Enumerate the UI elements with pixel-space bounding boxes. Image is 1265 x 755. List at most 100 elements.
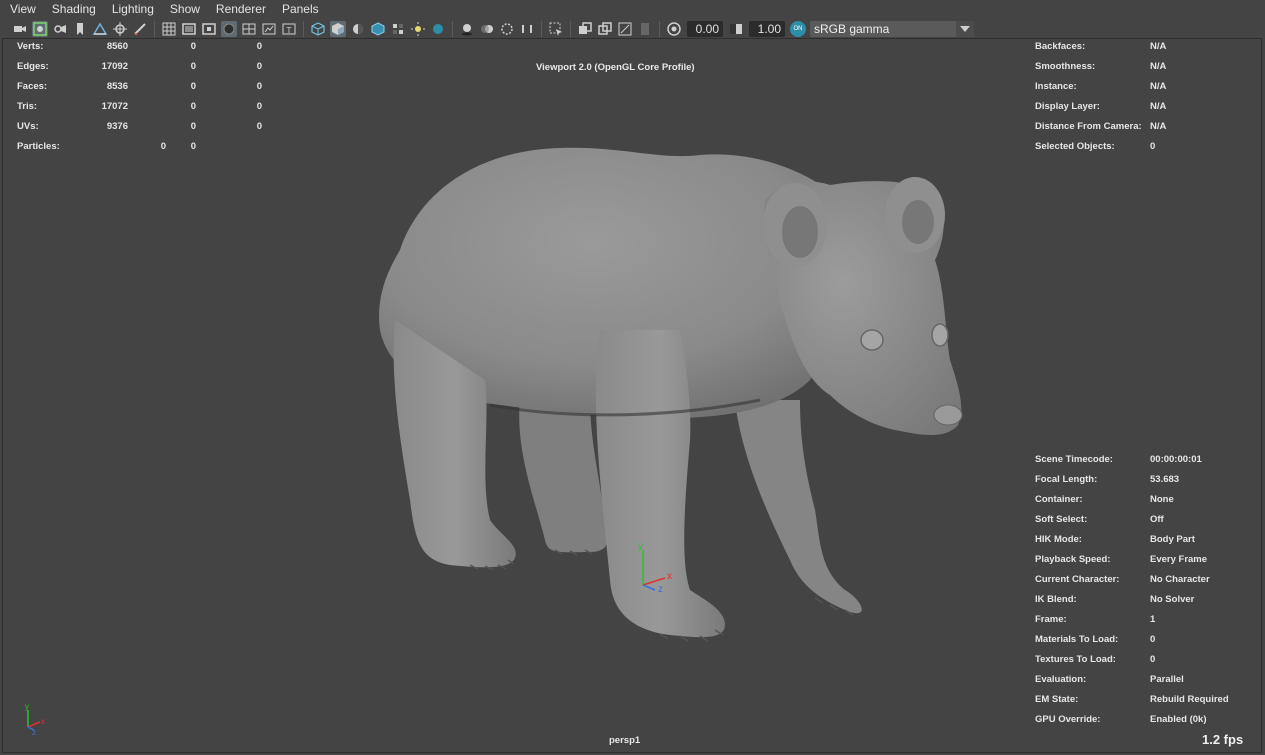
scene-info-label: GPU Override: [1035, 714, 1101, 725]
view-transform-value: sRGB gamma [814, 22, 890, 36]
bookmark-icon[interactable] [72, 21, 88, 37]
grid-icon[interactable] [161, 21, 177, 37]
textured-icon[interactable] [390, 21, 406, 37]
bookmark-camera-icon[interactable] [52, 21, 68, 37]
pivot-label-x: x [667, 571, 672, 582]
scene-info-row: Frame: 1 [1035, 610, 1260, 630]
multisample-aa-icon[interactable] [499, 21, 515, 37]
scene-info-row: Scene Timecode: 00:00:00:01 [1035, 450, 1260, 470]
poly-count-value: 8560 [106, 41, 128, 52]
xray-joints-icon[interactable] [617, 21, 633, 37]
poly-count-value: 9376 [106, 121, 128, 132]
smooth-shade-icon[interactable] [330, 21, 346, 37]
object-detail-row: Instance: N/A [1035, 77, 1255, 97]
gate-mask-icon[interactable] [221, 21, 237, 37]
scene-info-value: 00:00:00:01 [1150, 454, 1202, 465]
exposure-icon[interactable] [666, 21, 682, 37]
bear-nose [933, 404, 963, 426]
scene-info-value: 1 [1150, 614, 1156, 625]
exposure-field[interactable]: 0.00 [687, 21, 723, 37]
poly-count-row: Tris: 17072 0 0 [17, 97, 267, 117]
object-detail-value: N/A [1150, 101, 1167, 112]
poly-count-label: Edges: [17, 61, 49, 72]
camera-attributes-icon[interactable] [32, 21, 48, 37]
object-detail-row: Display Layer: N/A [1035, 97, 1255, 117]
isolate-select-icon[interactable] [548, 21, 564, 37]
bear-model[interactable]: y x z [370, 140, 990, 660]
screen-space-ao-icon[interactable] [459, 21, 475, 37]
scene-info-row: Container: None [1035, 490, 1260, 510]
scene-info-row: Textures To Load: 0 [1035, 650, 1260, 670]
scene-info-row: Playback Speed: Every Frame [1035, 550, 1260, 570]
gamma-field[interactable]: 1.00 [749, 21, 785, 37]
poly-count-value: 0 [160, 141, 166, 152]
gamma-icon[interactable] [728, 21, 744, 37]
scene-info-label: Container: [1035, 494, 1083, 505]
toolbar-separator [659, 21, 660, 37]
bear-ear-left-inner [782, 206, 818, 258]
poly-count-label: Verts: [17, 41, 44, 52]
xray-icon[interactable] [577, 21, 593, 37]
view-axis-label-y: y [25, 702, 29, 711]
toolbar-separator [541, 21, 542, 37]
scene-info-value: No Character [1150, 574, 1210, 585]
poly-count-value: 17092 [101, 61, 128, 72]
safe-action-icon[interactable] [261, 21, 277, 37]
depth-of-field-icon[interactable] [519, 21, 535, 37]
wireframe-icon[interactable] [310, 21, 326, 37]
shadows-icon[interactable] [430, 21, 446, 37]
menu-view[interactable]: View [10, 0, 36, 19]
renderer-label: Viewport 2.0 (OpenGL Core Profile) [536, 62, 695, 73]
grease-pencil-icon[interactable] [132, 21, 148, 37]
image-plane-icon[interactable] [92, 21, 108, 37]
default-material-icon[interactable] [350, 21, 366, 37]
two-d-pan-zoom-icon[interactable] [112, 21, 128, 37]
chevron-down-icon[interactable] [956, 21, 974, 37]
menu-shading[interactable]: Shading [52, 0, 96, 19]
poly-count-value: 0 [256, 41, 262, 52]
scene-info-value: No Solver [1150, 594, 1195, 605]
xray-active-components-icon[interactable] [597, 21, 613, 37]
scene-info-label: Soft Select: [1035, 514, 1088, 525]
scene-info-row: Materials To Load: 0 [1035, 630, 1260, 650]
motion-blur-icon[interactable] [479, 21, 495, 37]
scene-info-value: 0 [1150, 634, 1156, 645]
panel-toolbar: T 0.00 1.00 ON sRGB gamma [0, 19, 1265, 39]
bear-leg-back-far [519, 400, 608, 553]
poly-count-value: 0 [256, 61, 262, 72]
poly-count-label: Faces: [17, 81, 48, 92]
scene-info-label: Playback Speed: [1035, 554, 1111, 565]
scene-info-value: Enabled (0k) [1150, 714, 1207, 725]
safe-title-icon[interactable]: T [281, 21, 297, 37]
scene-info-label: Focal Length: [1035, 474, 1098, 485]
wireframe-on-shaded-icon[interactable] [370, 21, 386, 37]
poly-count-row: Faces: 8536 0 0 [17, 77, 267, 97]
scene-info-value: 0 [1150, 654, 1156, 665]
film-gate-icon[interactable] [181, 21, 197, 37]
menu-lighting[interactable]: Lighting [112, 0, 154, 19]
field-chart-icon[interactable] [241, 21, 257, 37]
color-management-toggle[interactable]: ON [790, 21, 806, 37]
object-detail-row: Backfaces: N/A [1035, 37, 1255, 57]
menu-panels[interactable]: Panels [282, 0, 319, 19]
object-detail-value: N/A [1150, 61, 1167, 72]
select-camera-icon[interactable] [12, 21, 28, 37]
poly-count-row: Particles: 0 0 [17, 137, 267, 157]
backface-culling-icon[interactable] [637, 21, 653, 37]
poly-count-value: 0 [190, 41, 196, 52]
fps-counter: 1.2 fps [1202, 732, 1244, 747]
poly-count-value: 17072 [101, 101, 128, 112]
use-all-lights-icon[interactable] [410, 21, 426, 37]
poly-count-value: 0 [256, 101, 262, 112]
view-transform-select[interactable]: sRGB gamma [810, 21, 974, 37]
scene-info-row: HIK Mode: Body Part [1035, 530, 1260, 550]
menu-show[interactable]: Show [170, 0, 200, 19]
toolbar-separator [452, 21, 453, 37]
object-detail-row: Distance From Camera: N/A [1035, 117, 1255, 137]
poly-count-value: 0 [190, 141, 196, 152]
scene-info-label: EM State: [1035, 694, 1079, 705]
resolution-gate-icon[interactable] [201, 21, 217, 37]
poly-count-hud: Verts: 8560 0 0 Edges: 17092 0 0 Faces: 8536 0 0 Tri… [17, 37, 267, 157]
menu-renderer[interactable]: Renderer [216, 0, 266, 19]
view-axis-label-x: x [41, 717, 45, 726]
